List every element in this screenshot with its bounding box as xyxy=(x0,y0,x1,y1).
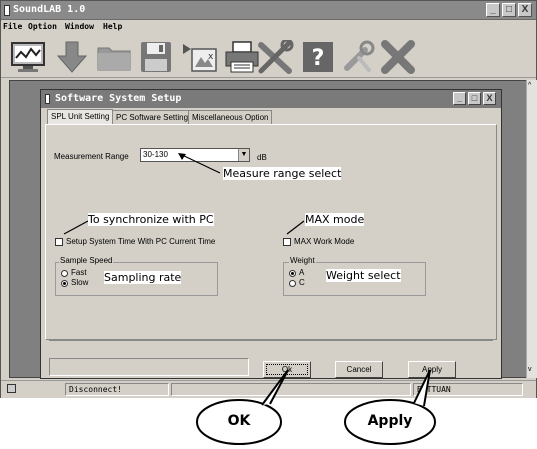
measurement-range-select[interactable]: 30-130 ▼ xyxy=(140,148,250,162)
dialog-maximize-button[interactable]: □ xyxy=(468,92,481,105)
annotation-sampling: Sampling rate xyxy=(104,271,182,284)
menu-window[interactable]: Window xyxy=(65,22,94,31)
svg-text:?: ? xyxy=(312,46,325,71)
tab-spl-unit-setting[interactable]: SPL Unit Setting xyxy=(47,109,114,125)
sample-fast-label: Fast xyxy=(71,268,87,277)
menu-file[interactable]: File xyxy=(3,22,22,31)
ok-button[interactable]: Ok xyxy=(263,361,311,378)
sample-slow-radio[interactable] xyxy=(61,280,68,287)
vertical-scrollbar[interactable]: ^ v xyxy=(526,80,537,378)
cancel-button[interactable]: Cancel xyxy=(335,361,383,378)
weight-c-label: C xyxy=(299,278,305,287)
software-setup-dialog: Software System Setup _ □ X SPL Unit Set… xyxy=(40,89,502,379)
scroll-down-icon[interactable]: v xyxy=(528,366,532,373)
sample-fast-radio[interactable] xyxy=(61,270,68,277)
status-bar: Disconnect! BOTTUAN xyxy=(1,380,536,398)
sample-speed-group-label: Sample Speed xyxy=(59,256,114,265)
wrench-icon[interactable] xyxy=(339,40,377,74)
apply-button[interactable]: Apply xyxy=(408,361,456,378)
weight-c-radio[interactable] xyxy=(289,280,296,287)
apply-bubble-text: Apply xyxy=(367,413,413,429)
tab-miscellaneous-option[interactable]: Miscellaneous Option xyxy=(188,110,273,124)
annotation-weight: Weight select xyxy=(326,269,401,282)
tools-icon[interactable] xyxy=(256,40,294,74)
download-arrow-icon[interactable] xyxy=(53,40,91,74)
annotation-measure-range: Measure range select xyxy=(223,167,342,180)
chevron-down-icon[interactable]: ▼ xyxy=(238,149,249,161)
monitor-graph-icon[interactable] xyxy=(9,40,47,74)
max-mode-checkbox[interactable] xyxy=(283,238,291,246)
scroll-up-icon[interactable]: ^ xyxy=(528,82,531,89)
svg-text:x: x xyxy=(208,52,214,62)
dialog-app-icon xyxy=(45,94,50,104)
dialog-info-box xyxy=(49,358,249,376)
toolbar: x ? xyxy=(1,34,536,78)
menu-help[interactable]: Help xyxy=(103,22,122,31)
annotation-max: MAX mode xyxy=(305,213,365,226)
status-empty-cell xyxy=(171,383,411,396)
dialog-title-bar[interactable]: Software System Setup _ □ X xyxy=(41,90,501,108)
save-disk-icon[interactable] xyxy=(137,40,175,74)
dialog-minimize-button[interactable]: _ xyxy=(453,92,466,105)
help-icon[interactable]: ? xyxy=(299,40,337,74)
title-bar[interactable]: SoundLAB 1.0 _ □ X xyxy=(1,1,536,20)
close-x-icon[interactable] xyxy=(379,40,417,74)
connection-icon xyxy=(7,384,16,393)
minimize-button[interactable]: _ xyxy=(486,3,500,17)
menu-bar: File Option Window Help xyxy=(1,21,536,34)
dialog-title: Software System Setup xyxy=(55,93,182,104)
ok-bubble-text: OK xyxy=(227,413,251,429)
weight-a-label: A xyxy=(299,268,305,277)
dialog-close-button[interactable]: X xyxy=(483,92,496,105)
export-icon[interactable]: x xyxy=(181,40,219,74)
close-button[interactable]: X xyxy=(518,3,532,17)
sample-slow-label: Slow xyxy=(71,278,89,287)
measurement-range-value: 30-130 xyxy=(143,150,168,159)
weight-a-radio[interactable] xyxy=(289,270,296,277)
measurement-range-label: Measurement Range xyxy=(54,152,129,161)
app-title: SoundLAB 1.0 xyxy=(13,4,86,15)
menu-option[interactable]: Option xyxy=(28,22,57,31)
maximize-button[interactable]: □ xyxy=(502,3,516,17)
max-mode-label: MAX Work Mode xyxy=(294,237,355,246)
sync-time-label: Setup System Time With PC Current Time xyxy=(66,237,216,246)
sync-time-checkbox[interactable] xyxy=(55,238,63,246)
app-icon xyxy=(4,5,10,16)
folder-icon[interactable] xyxy=(95,40,133,74)
measurement-range-unit: dB xyxy=(257,153,267,162)
status-right-cell: BOTTUAN xyxy=(413,383,523,396)
annotation-sync: To synchronize with PC xyxy=(88,213,214,226)
weight-group-label: Weight xyxy=(289,256,316,265)
tab-pc-software-setting[interactable]: PC Software Setting xyxy=(112,110,193,124)
status-connection: Disconnect! xyxy=(65,383,169,396)
separator xyxy=(49,340,493,341)
